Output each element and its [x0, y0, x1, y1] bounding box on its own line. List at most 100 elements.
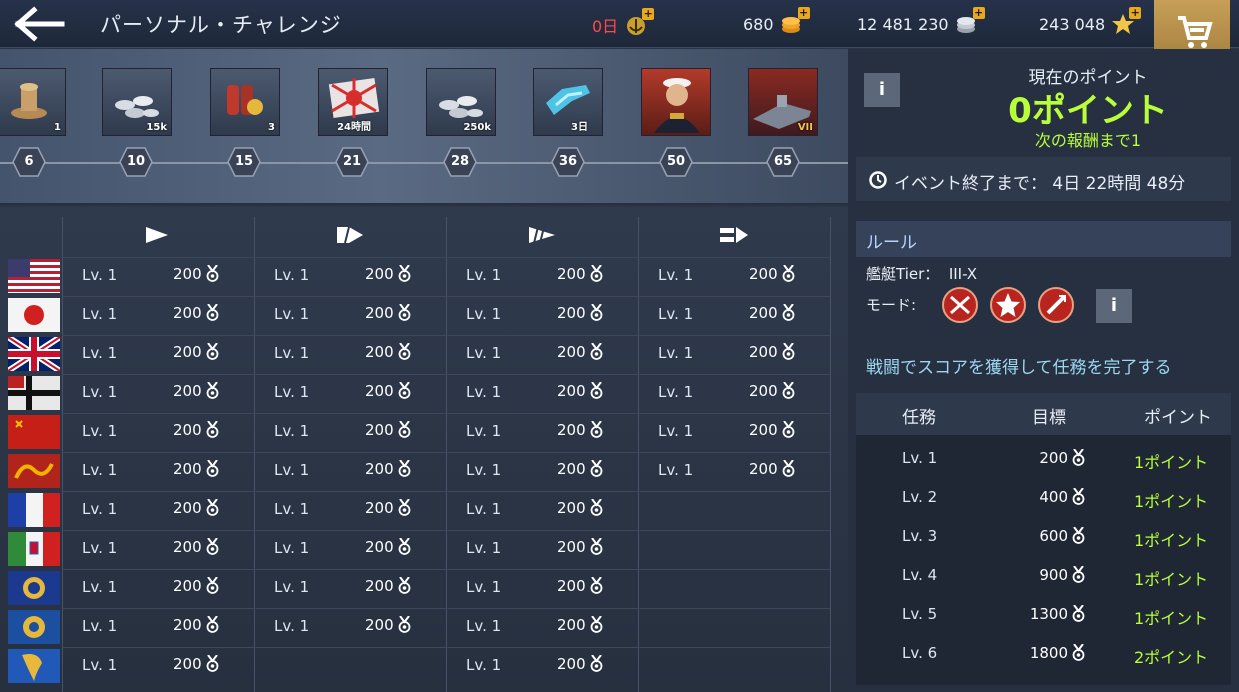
ranked-battle-mode-icon[interactable]	[989, 286, 1027, 324]
milestone-65[interactable]: 65	[766, 147, 800, 177]
task-row-goal: 600	[1006, 527, 1086, 545]
score-value: 200	[749, 304, 778, 322]
score-medal-icon	[590, 499, 603, 516]
reward-silver-250k[interactable]: 250k	[426, 68, 496, 136]
star-icon: +	[1111, 7, 1142, 35]
score-medal-icon	[1072, 644, 1085, 661]
task-row-points: 1ポイント	[1134, 531, 1209, 550]
points-column-header: ポイント	[1144, 408, 1212, 428]
reward-premium-flag[interactable]: 24時間	[318, 68, 388, 136]
task-score-goal: 200	[557, 655, 604, 673]
milestone-15[interactable]: 15	[227, 147, 261, 177]
task-score-goal: 200	[365, 304, 412, 322]
gold-counter[interactable]: 680 +	[743, 7, 810, 35]
reward-silver-15k[interactable]: 15k	[102, 68, 172, 136]
task-level: Lv. 1	[274, 266, 310, 284]
task-level: Lv. 1	[82, 305, 118, 323]
score-medal-icon	[782, 343, 795, 360]
task-score-goal: 200	[173, 577, 220, 595]
task-score-goal: 200	[749, 343, 796, 361]
milestone-label: 28	[450, 154, 470, 169]
milestone-21[interactable]: 21	[335, 147, 369, 177]
score-value: 200	[365, 382, 394, 400]
reward-qty: 3	[268, 122, 275, 133]
usa-flag-icon	[8, 259, 60, 293]
repair-kit-icon	[227, 85, 263, 115]
reward-rope-capstan[interactable]: 1	[0, 68, 66, 136]
star-counter[interactable]: 243 048 +	[1039, 7, 1142, 35]
reward-admiral-portrait[interactable]	[641, 68, 711, 136]
task-level: Lv. 1	[274, 500, 310, 518]
score-medal-icon	[590, 655, 603, 672]
task-score-goal: 200	[173, 343, 220, 361]
task-score-goal: 200	[173, 655, 220, 673]
silver-counter[interactable]: 12 481 230 +	[857, 7, 985, 35]
add-icon: +	[642, 7, 655, 20]
score-value: 200	[173, 616, 202, 634]
score-medal-icon	[1072, 488, 1085, 505]
column-divider	[830, 217, 831, 692]
score-medal-icon	[590, 538, 603, 555]
milestone-10[interactable]: 10	[119, 147, 153, 177]
score-medal-icon	[782, 265, 795, 282]
vip-days-counter[interactable]: 0日 +	[592, 8, 655, 37]
score-medal-icon	[398, 577, 411, 594]
mode-label: モード:	[866, 296, 917, 314]
reward-qty: 15k	[146, 122, 167, 133]
score-value: 200	[173, 421, 202, 439]
score-value: 200	[365, 421, 394, 439]
cruiser-class-icon[interactable]	[337, 227, 363, 243]
score-value: 200	[173, 343, 202, 361]
score-medal-icon	[398, 304, 411, 321]
tasks-table-header: 任務 目標 ポイント	[856, 393, 1231, 435]
random-battle-mode-icon[interactable]	[941, 286, 979, 324]
coop-battle-mode-icon[interactable]	[1037, 286, 1075, 324]
back-button[interactable]	[14, 6, 66, 42]
carrier-class-icon[interactable]	[720, 227, 748, 243]
task-level: Lv. 1	[466, 578, 502, 596]
score-medal-icon	[1072, 527, 1085, 544]
task-level: Lv. 1	[82, 344, 118, 362]
task-score-goal: 200	[365, 343, 412, 361]
timer-text: イベント終了まで： 4日 22時間 48分	[894, 169, 1185, 194]
milestone-50[interactable]: 50	[659, 147, 693, 177]
battleship-class-icon[interactable]	[529, 227, 555, 243]
score-value: 200	[557, 499, 586, 517]
score-medal-icon	[1072, 605, 1085, 622]
rules-header: ルール	[856, 221, 1231, 257]
task-score-goal: 200	[173, 460, 220, 478]
tier-label: 艦艇Tier：	[866, 265, 940, 283]
task-score-goal: 200	[173, 304, 220, 322]
task-level: Lv. 1	[658, 383, 694, 401]
italy-flag-icon	[8, 532, 60, 566]
task-row-level: Lv. 6	[902, 644, 938, 662]
score-medal-icon	[206, 421, 219, 438]
add-icon: +	[1129, 6, 1142, 19]
score-medal-icon	[398, 499, 411, 516]
page-title: パーソナル・チャレンジ	[100, 13, 342, 37]
milestone-6[interactable]: 6	[12, 147, 46, 177]
mode-info-button[interactable]: i	[1096, 289, 1132, 323]
score-medal-icon	[782, 421, 795, 438]
milestone-label: 21	[342, 154, 362, 169]
back-arrow-icon	[14, 6, 65, 42]
milestone-36[interactable]: 36	[551, 147, 585, 177]
reward-camouflage[interactable]: 3日	[533, 68, 603, 136]
milestone-label: 10	[126, 154, 146, 169]
add-icon: +	[797, 6, 810, 19]
points-info-button[interactable]: i	[864, 73, 900, 107]
reward-repair-kit[interactable]: 3	[210, 68, 280, 136]
score-medal-icon	[590, 343, 603, 360]
task-score-goal: 200	[749, 421, 796, 439]
milestone-28[interactable]: 28	[443, 147, 477, 177]
task-score-goal: 200	[365, 538, 412, 556]
add-icon: +	[972, 6, 985, 19]
task-score-goal: 200	[557, 304, 604, 322]
score-medal-icon	[590, 304, 603, 321]
goal-value: 1300	[1029, 605, 1068, 623]
score-medal-icon	[398, 460, 411, 477]
destroyer-class-icon[interactable]	[146, 227, 168, 243]
score-medal-icon	[398, 616, 411, 633]
reward-battleship[interactable]: VII	[748, 68, 818, 136]
task-level: Lv. 1	[274, 578, 310, 596]
